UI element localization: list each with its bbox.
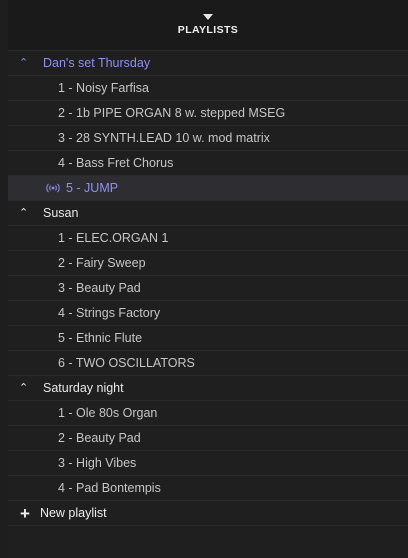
preset-item[interactable]: 5 - Ethnic Flute (8, 326, 408, 351)
preset-item[interactable]: 2 - Fairy Sweep (8, 251, 408, 276)
preset-label: 4 - Pad Bontempis (58, 481, 161, 495)
preset-item[interactable]: 1 - Noisy Farfisa (8, 76, 408, 101)
preset-item[interactable]: 3 - Beauty Pad (8, 276, 408, 301)
preset-label: 2 - 1b PIPE ORGAN 8 w. stepped MSEG (58, 106, 286, 120)
playlists-header[interactable]: PLAYLISTS (8, 0, 408, 51)
chevron-up-icon[interactable]: ⌃ (19, 56, 33, 69)
playlist-header-dans-set-thursday[interactable]: ⌃ Dan's set Thursday (8, 51, 408, 76)
playlist-name: Susan (43, 206, 79, 220)
preset-item[interactable]: 4 - Bass Fret Chorus (8, 151, 408, 176)
new-playlist-button[interactable]: + New playlist (8, 501, 408, 526)
preset-item[interactable]: 1 - ELEC.ORGAN 1 (8, 226, 408, 251)
playlist-name: Saturday night (43, 381, 124, 395)
playlists-panel: PLAYLISTS ⌃ Dan's set Thursday 1 - Noisy… (8, 0, 408, 558)
preset-label: 2 - Fairy Sweep (58, 256, 146, 270)
preset-label: 4 - Strings Factory (58, 306, 161, 320)
new-playlist-label: New playlist (39, 506, 107, 520)
preset-item[interactable]: 6 - TWO OSCILLATORS (8, 351, 408, 376)
preset-label: 3 - Beauty Pad (58, 281, 141, 295)
preset-item[interactable]: 2 - 1b PIPE ORGAN 8 w. stepped MSEG (8, 101, 408, 126)
preset-label: 6 - TWO OSCILLATORS (58, 356, 195, 370)
now-playing-icon (46, 182, 60, 194)
preset-item[interactable]: 3 - 28 SYNTH.LEAD 10 w. mod matrix (8, 126, 408, 151)
preset-label: 2 - Beauty Pad (58, 431, 141, 445)
preset-item[interactable]: 3 - High Vibes (8, 451, 408, 476)
caret-down-icon[interactable] (203, 14, 213, 20)
playlist-header-susan[interactable]: ⌃ Susan (8, 201, 408, 226)
preset-item[interactable]: 4 - Strings Factory (8, 301, 408, 326)
preset-label: 1 - Noisy Farfisa (58, 81, 149, 95)
preset-label: 3 - High Vibes (58, 456, 137, 470)
preset-label: 4 - Bass Fret Chorus (58, 156, 174, 170)
plus-icon: + (20, 503, 30, 523)
playlist-name: Dan's set Thursday (43, 56, 151, 70)
preset-label: 3 - 28 SYNTH.LEAD 10 w. mod matrix (58, 131, 270, 145)
panel-title: PLAYLISTS (177, 24, 239, 36)
preset-item[interactable]: 2 - Beauty Pad (8, 426, 408, 451)
preset-label: 5 - JUMP (66, 181, 119, 195)
preset-label: 1 - ELEC.ORGAN 1 (58, 231, 169, 245)
preset-item-selected[interactable]: 5 - JUMP (8, 176, 408, 201)
preset-item[interactable]: 1 - Ole 80s Organ (8, 401, 408, 426)
preset-label: 1 - Ole 80s Organ (58, 406, 158, 420)
chevron-up-icon[interactable]: ⌃ (19, 381, 33, 394)
chevron-up-icon[interactable]: ⌃ (19, 206, 33, 219)
preset-item[interactable]: 4 - Pad Bontempis (8, 476, 408, 501)
playlist-header-saturday-night[interactable]: ⌃ Saturday night (8, 376, 408, 401)
preset-label: 5 - Ethnic Flute (58, 331, 143, 345)
